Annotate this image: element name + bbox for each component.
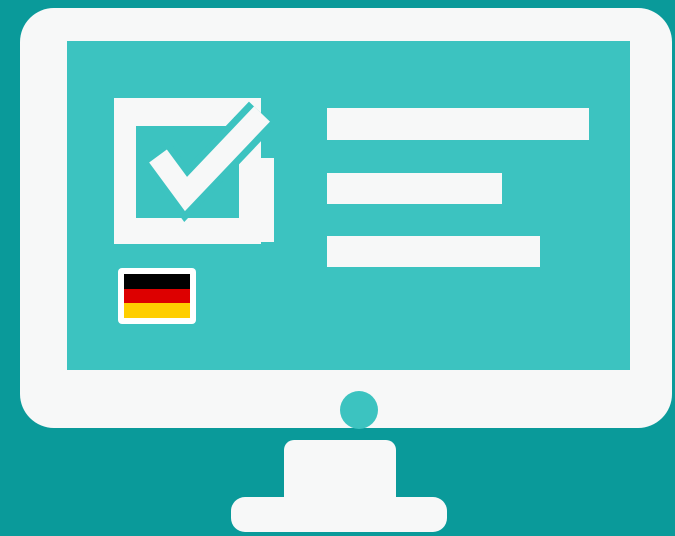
text-line-2 (327, 173, 502, 204)
power-button-indicator (340, 391, 378, 429)
text-line-3 (327, 236, 540, 267)
flag-stripe-red (124, 288, 190, 304)
text-line-1 (327, 108, 589, 140)
flag-stripe-black (124, 274, 190, 289)
checked-checkbox-icon (114, 98, 274, 244)
german-flag-badge (118, 268, 196, 324)
monitor-stand-base (231, 497, 447, 532)
flag-stripe-gold (124, 303, 190, 319)
german-flag-icon (124, 274, 190, 319)
